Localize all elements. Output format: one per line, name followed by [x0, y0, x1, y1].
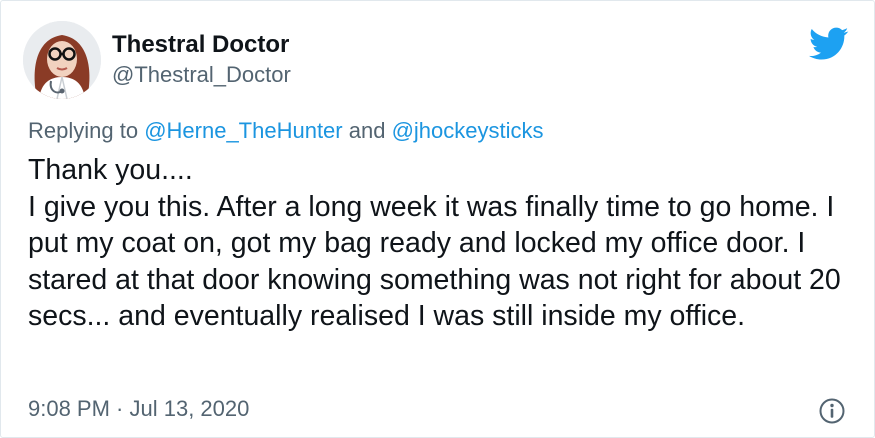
tweet-text: Thank you.... I give you this. After a l… — [28, 154, 841, 333]
avatar[interactable] — [23, 21, 101, 99]
replying-to: Replying to @Herne_TheHunter and @jhocke… — [28, 118, 544, 144]
meta-separator: · — [109, 396, 130, 421]
mention-link-herne[interactable]: @Herne_TheHunter — [144, 118, 342, 143]
author-handle[interactable]: @Thestral_Doctor — [112, 62, 291, 88]
replying-joiner: and — [342, 118, 392, 143]
replying-prefix: Replying to — [28, 118, 145, 143]
tweet-time[interactable]: 9:08 PM — [28, 396, 110, 421]
info-icon[interactable] — [818, 397, 846, 425]
twitter-bird-icon[interactable] — [809, 27, 849, 61]
mention-link-jhockeysticks[interactable]: @jhockeysticks — [392, 118, 544, 143]
tweet-date[interactable]: Jul 13, 2020 — [130, 396, 250, 421]
avatar-image — [23, 21, 101, 99]
author-display-name[interactable]: Thestral Doctor — [112, 31, 289, 59]
tweet-timestamp[interactable]: 9:08 PM · Jul 13, 2020 — [28, 396, 249, 422]
tweet-card: Thestral Doctor @Thestral_Doctor Replyin… — [0, 0, 875, 438]
